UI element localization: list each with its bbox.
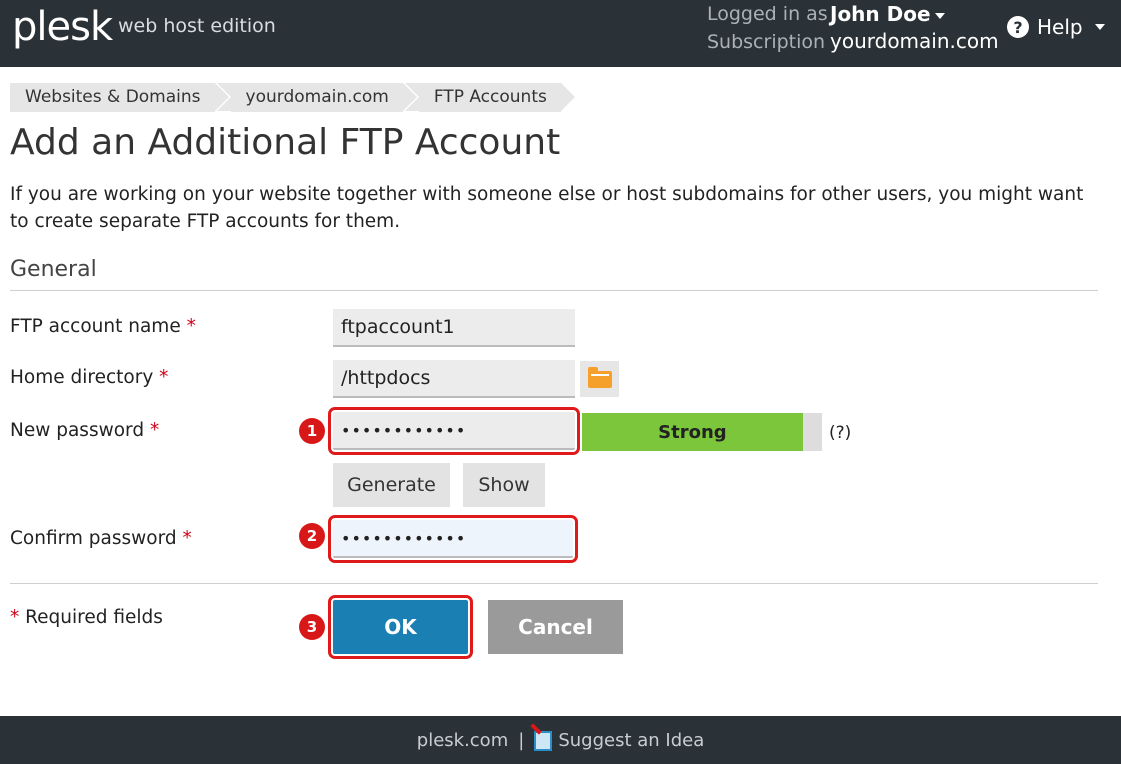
question-circle-icon: ? bbox=[1007, 16, 1029, 38]
home-directory-input[interactable] bbox=[333, 360, 575, 398]
confirm-password-input[interactable] bbox=[328, 515, 578, 563]
new-password-label: New password * bbox=[10, 420, 160, 441]
step-marker-3: 3 bbox=[299, 614, 325, 640]
chevron-down-icon bbox=[1094, 24, 1105, 30]
password-strength-fill: Strong bbox=[582, 413, 803, 451]
required-star: * bbox=[186, 316, 196, 337]
step-marker-1: 1 bbox=[299, 418, 325, 444]
browse-folder-button[interactable] bbox=[580, 361, 619, 397]
account-name-input[interactable] bbox=[333, 309, 575, 347]
page-title: Add an Additional FTP Account bbox=[10, 122, 561, 163]
password-strength-meter: Strong bbox=[582, 413, 822, 451]
logged-in-label: Logged in as bbox=[707, 3, 828, 25]
suggest-idea-link[interactable]: Suggest an Idea bbox=[534, 730, 704, 751]
required-star: * bbox=[182, 528, 192, 549]
footer-bar: plesk.com | Suggest an Idea bbox=[0, 716, 1121, 764]
password-help-link[interactable]: (?) bbox=[829, 423, 851, 443]
subscription-selector[interactable]: yourdomain.com bbox=[830, 29, 999, 53]
breadcrumb-websites-domains[interactable]: Websites & Domains bbox=[10, 83, 228, 112]
home-directory-label: Home directory * bbox=[10, 367, 169, 388]
idea-icon bbox=[534, 730, 553, 751]
generate-password-button[interactable]: Generate bbox=[333, 463, 450, 507]
top-header-bar: plesk web host edition Logged in as John… bbox=[0, 0, 1121, 67]
required-star: * bbox=[149, 420, 160, 441]
user-menu[interactable]: John Doe bbox=[830, 2, 945, 26]
breadcrumb-ftp-accounts[interactable]: FTP Accounts bbox=[404, 83, 575, 112]
required-fields-note: * Required fields bbox=[10, 607, 163, 628]
help-menu[interactable]: ? Help bbox=[1007, 15, 1105, 39]
edition-label: web host edition bbox=[118, 15, 276, 37]
page-description: If you are working on your website toget… bbox=[10, 184, 1084, 232]
plesk-logo[interactable]: plesk bbox=[12, 4, 113, 50]
breadcrumb-domain[interactable]: yourdomain.com bbox=[216, 83, 418, 112]
new-password-input[interactable] bbox=[328, 407, 580, 455]
subscription-label: Subscription bbox=[707, 31, 826, 53]
step-marker-2: 2 bbox=[299, 523, 325, 549]
plesk-site-link[interactable]: plesk.com bbox=[417, 730, 508, 751]
breadcrumb: Websites & Domains yourdomain.com FTP Ac… bbox=[10, 83, 577, 112]
account-name-label: FTP account name * bbox=[10, 316, 196, 337]
show-password-button[interactable]: Show bbox=[463, 463, 545, 507]
cancel-button[interactable]: Cancel bbox=[488, 600, 623, 654]
user-name: John Doe bbox=[830, 2, 931, 26]
help-label: Help bbox=[1037, 15, 1083, 39]
section-divider bbox=[10, 290, 1098, 291]
chevron-down-icon bbox=[934, 12, 945, 19]
section-title-general: General bbox=[10, 257, 97, 282]
folder-icon bbox=[587, 366, 612, 388]
ok-button[interactable]: OK bbox=[328, 595, 473, 659]
footer-separator: | bbox=[518, 729, 525, 751]
form-divider bbox=[10, 583, 1098, 584]
confirm-password-label: Confirm password * bbox=[10, 528, 192, 549]
required-star: * bbox=[10, 607, 20, 628]
required-star: * bbox=[159, 367, 169, 388]
